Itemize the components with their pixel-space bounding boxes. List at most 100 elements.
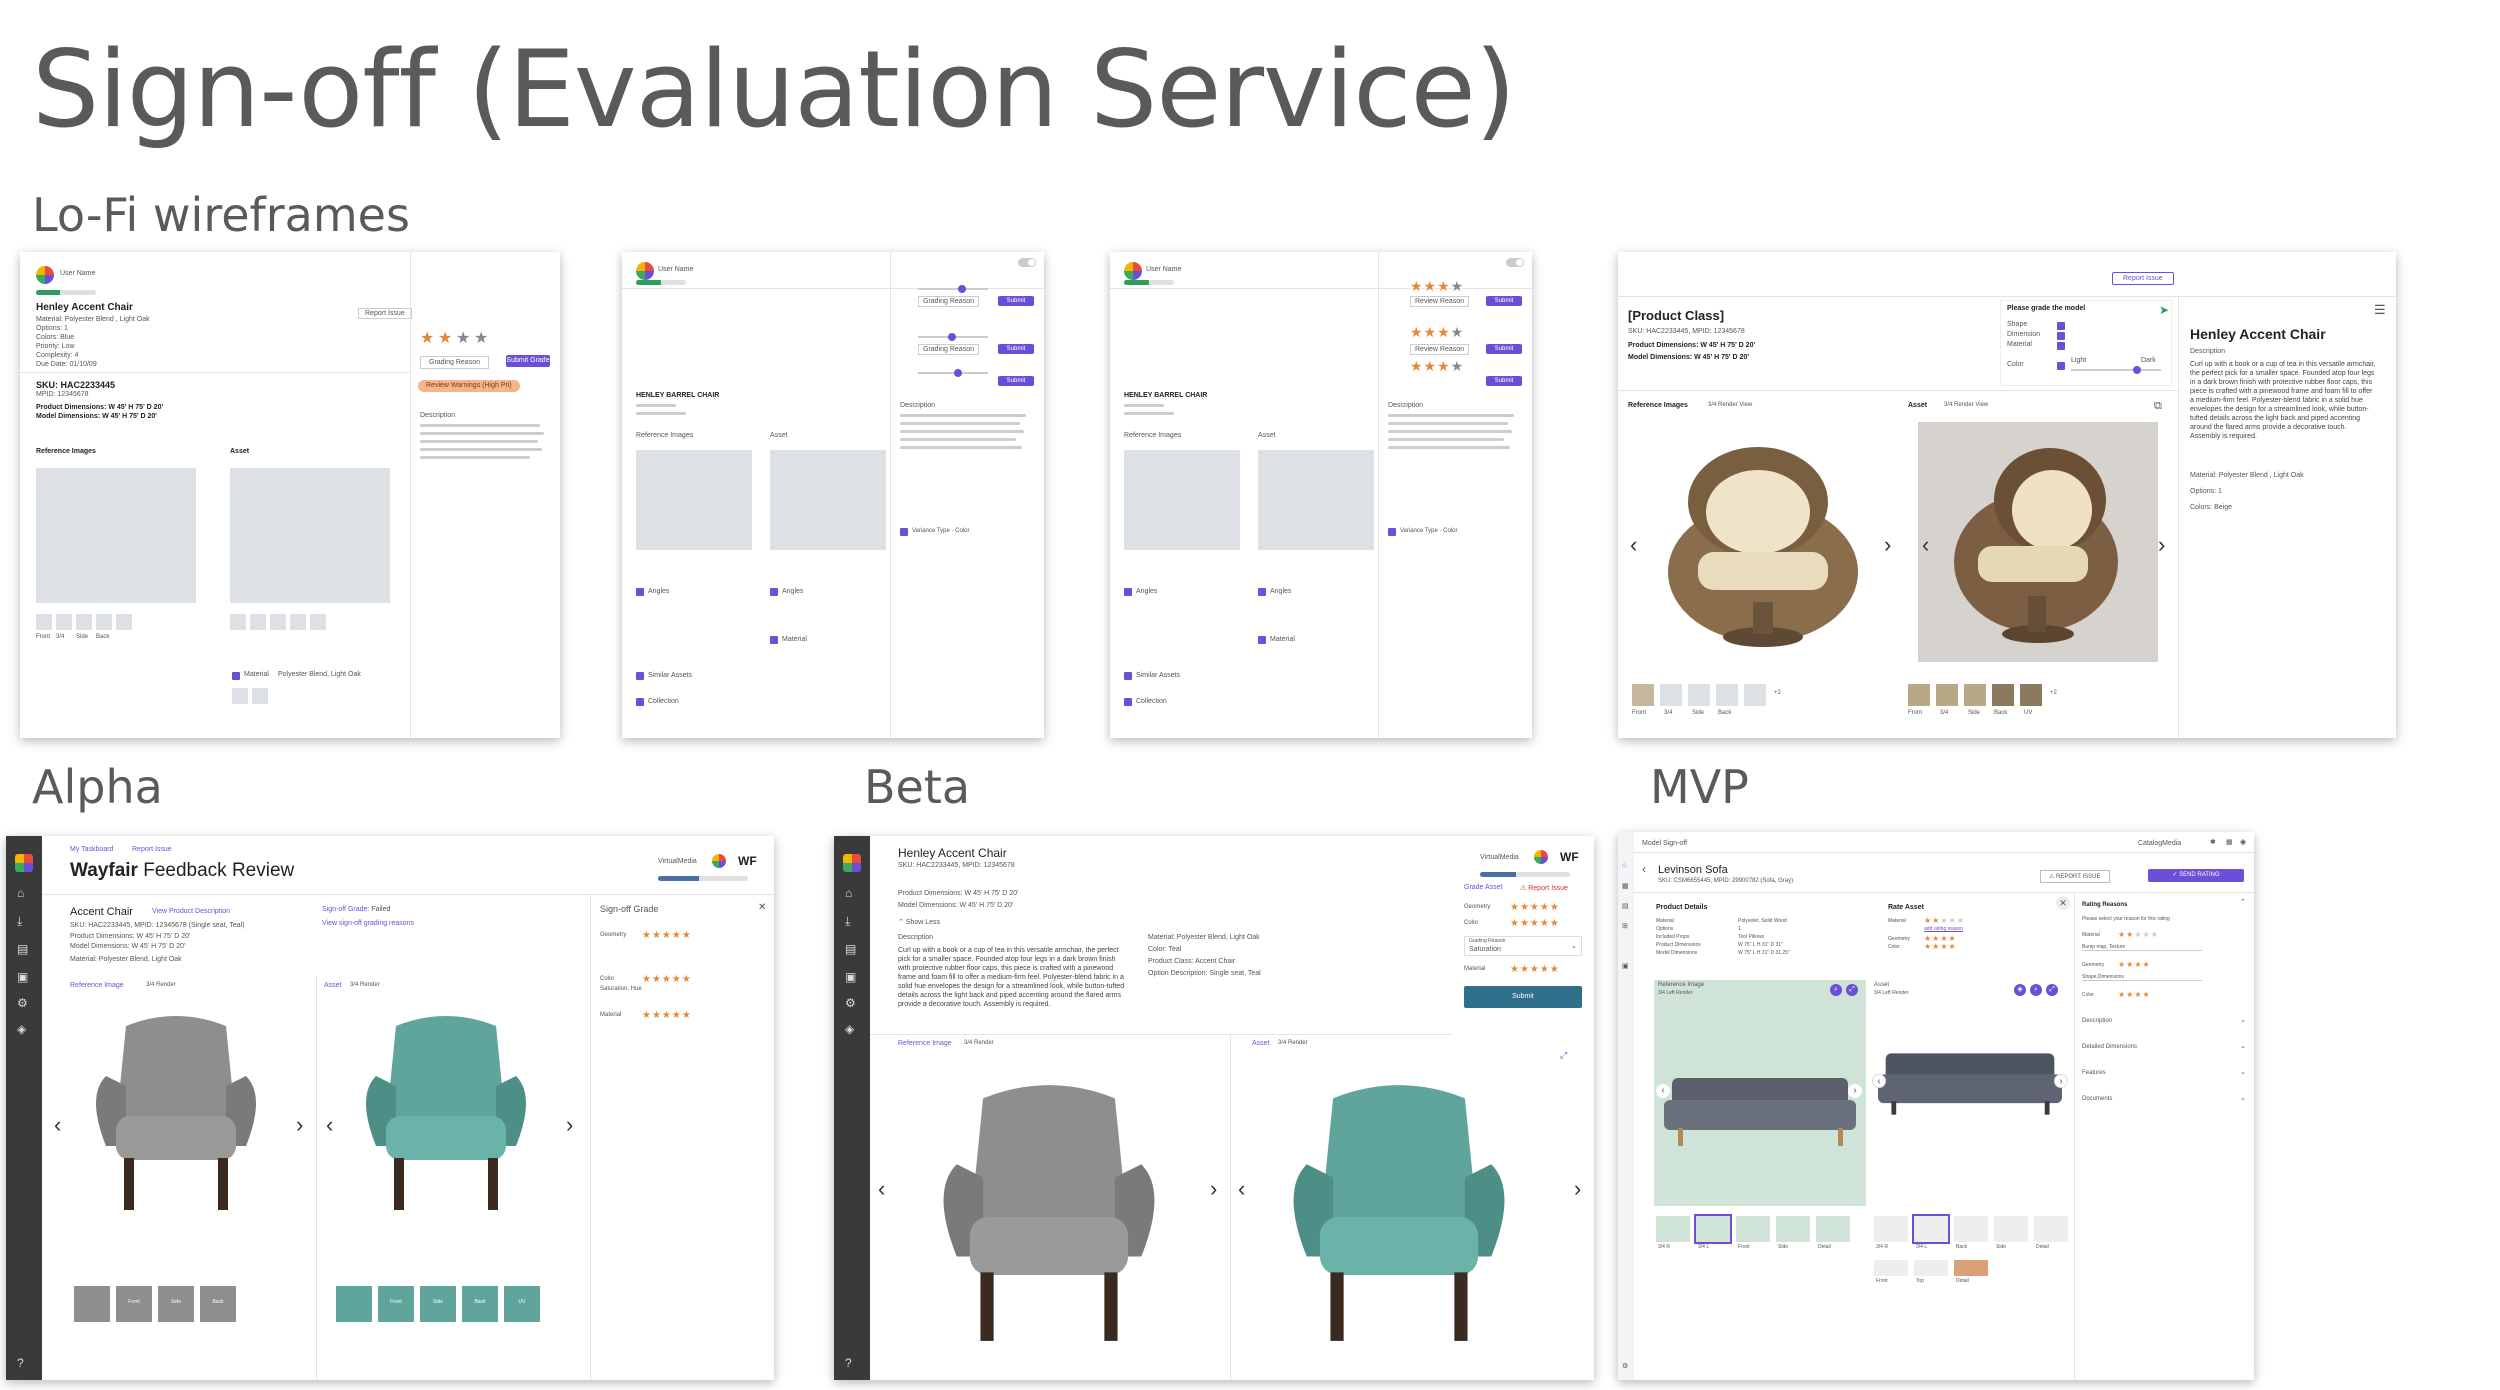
thumbnail[interactable] bbox=[1874, 1216, 1908, 1242]
grading-reason-select[interactable]: Grading Reason Saturation ⌄ bbox=[1464, 936, 1582, 956]
thumbnail[interactable] bbox=[1964, 684, 1986, 706]
settings-icon[interactable]: ⚙ bbox=[17, 996, 31, 1010]
material-stars[interactable]: ★★★★★ bbox=[2118, 930, 2159, 939]
thumbnail[interactable] bbox=[56, 614, 72, 630]
next-image-arrow[interactable]: › bbox=[1210, 1176, 1217, 1202]
thumbnail[interactable]: Back bbox=[462, 1286, 498, 1322]
thumbnail[interactable] bbox=[96, 614, 112, 630]
prev-image-arrow[interactable]: ‹ bbox=[1238, 1176, 1245, 1202]
review-reason-select[interactable]: Review Reason bbox=[1410, 296, 1470, 307]
material-stars[interactable]: ★★★★★ bbox=[1924, 916, 1965, 925]
thumbnail[interactable] bbox=[1736, 1216, 1770, 1242]
rating-stars[interactable]: ★★★★ bbox=[1410, 358, 1464, 375]
report-issue-link[interactable]: ⚠ Report Issue bbox=[1520, 884, 1568, 892]
submit-review-button[interactable]: Submit Review bbox=[998, 344, 1034, 362]
dimension-checkbox[interactable] bbox=[2057, 332, 2065, 340]
thumbnail[interactable] bbox=[1992, 684, 2014, 706]
thumbnail[interactable] bbox=[1744, 684, 1766, 706]
rating-stars[interactable]: ★★★★ bbox=[1410, 324, 1464, 341]
reason-select[interactable]: Bump map, Texture bbox=[2082, 944, 2202, 951]
material-checkbox[interactable] bbox=[2057, 342, 2065, 350]
thumbnail[interactable] bbox=[1660, 684, 1682, 706]
thumbnail[interactable]: Front bbox=[378, 1286, 414, 1322]
thumbnail[interactable] bbox=[1874, 1260, 1908, 1276]
report-issue-button[interactable]: Report Issue bbox=[358, 308, 412, 319]
app-logo-icon[interactable] bbox=[843, 854, 861, 872]
variance-checkbox[interactable] bbox=[900, 528, 908, 536]
star-icon[interactable]: ★ bbox=[474, 328, 488, 348]
expand-icon[interactable]: ⤢ bbox=[1846, 984, 1858, 996]
thumbnail[interactable] bbox=[1994, 1216, 2028, 1242]
geometry-stars[interactable]: ★★★★★ bbox=[1510, 902, 1560, 913]
star-icon[interactable]: ★ bbox=[456, 328, 470, 348]
report-issue-button[interactable]: Report Issue bbox=[2112, 272, 2174, 285]
grid-icon[interactable]: ▦ bbox=[2226, 838, 2233, 846]
thumbnail[interactable] bbox=[1936, 684, 1958, 706]
document-icon[interactable]: ▤ bbox=[1622, 902, 1629, 910]
accordion-documents[interactable]: Documents bbox=[2082, 1096, 2112, 1102]
thumbnail[interactable] bbox=[270, 614, 286, 630]
prev-image-arrow[interactable]: ‹ bbox=[878, 1176, 885, 1202]
thumbnail[interactable] bbox=[1954, 1260, 1988, 1276]
angles-checkbox[interactable] bbox=[1124, 588, 1132, 596]
grade-slider[interactable] bbox=[918, 333, 988, 341]
thumbnail[interactable] bbox=[1694, 1214, 1732, 1244]
thumbnail[interactable] bbox=[1688, 684, 1710, 706]
thumbnail[interactable] bbox=[230, 614, 246, 630]
help-icon[interactable]: ? bbox=[845, 1356, 859, 1370]
chevron-up-icon[interactable]: ⌃ bbox=[2240, 898, 2246, 906]
thumbnail[interactable] bbox=[250, 614, 266, 630]
color-checkbox[interactable] bbox=[2057, 362, 2065, 370]
next-image-arrow[interactable]: › bbox=[566, 1112, 573, 1138]
thumbnail[interactable]: UV bbox=[504, 1286, 540, 1322]
review-reason-select[interactable]: Review Reason bbox=[1410, 344, 1470, 355]
toggle-switch[interactable] bbox=[1018, 258, 1036, 267]
grading-reason-select[interactable]: Grading Reason bbox=[918, 344, 979, 355]
thumbnail[interactable] bbox=[290, 614, 306, 630]
menu-icon[interactable]: ☰ bbox=[2374, 302, 2386, 318]
prev-image-arrow[interactable]: ‹ bbox=[326, 1112, 333, 1138]
reason-select[interactable]: Shape,Dimensions bbox=[2082, 974, 2202, 981]
material-checkbox[interactable] bbox=[232, 672, 240, 680]
chevron-down-icon[interactable]: ⌄ bbox=[2240, 1016, 2246, 1024]
star-icon[interactable]: ★ bbox=[420, 328, 434, 348]
thumbnail[interactable] bbox=[1912, 1214, 1950, 1244]
color-stars[interactable]: ★★★★★ bbox=[642, 974, 692, 985]
grading-reason-select[interactable]: Grading Reason bbox=[420, 356, 489, 369]
thumbnail[interactable] bbox=[1632, 684, 1654, 706]
view-description-link[interactable]: View Product Description bbox=[152, 908, 230, 915]
wf-badge[interactable]: WF bbox=[1560, 850, 1579, 864]
shape-checkbox[interactable] bbox=[2057, 322, 2065, 330]
submit-button[interactable]: Submit bbox=[1464, 986, 1582, 1008]
angles-checkbox[interactable] bbox=[636, 588, 644, 596]
submit-review-button[interactable]: Submit Review bbox=[998, 296, 1034, 314]
submit-review-button[interactable]: Submit Review bbox=[998, 376, 1034, 394]
prev-image-arrow[interactable]: ‹ bbox=[54, 1112, 61, 1138]
geometry-stars[interactable]: ★★★★★ bbox=[642, 930, 692, 941]
material-checkbox[interactable] bbox=[1258, 636, 1266, 644]
show-less-toggle[interactable]: ⌃ Show Less bbox=[898, 918, 940, 926]
signoff-reasons-link[interactable]: View sign-off grading reasons bbox=[322, 920, 414, 927]
home-icon[interactable]: ⌂ bbox=[1622, 862, 1626, 869]
prev-image-arrow[interactable]: ‹ bbox=[1656, 1084, 1670, 1098]
save-icon[interactable]: ▣ bbox=[845, 970, 859, 984]
more-views[interactable]: +2 bbox=[1774, 690, 1781, 696]
thumbnail[interactable] bbox=[74, 1286, 110, 1322]
close-icon[interactable]: ✕ bbox=[758, 902, 766, 913]
next-image-arrow[interactable]: › bbox=[1574, 1176, 1581, 1202]
settings-icon[interactable]: ⚙ bbox=[1622, 1362, 1628, 1370]
app-logo-icon[interactable]: ✱ bbox=[2210, 838, 2216, 846]
angles-checkbox[interactable] bbox=[1258, 588, 1266, 596]
grading-reason-select[interactable]: Grading Reason bbox=[918, 296, 979, 307]
add-rating-reason-link[interactable]: add rating reason bbox=[1924, 926, 1963, 932]
next-image-arrow[interactable]: › bbox=[2158, 532, 2165, 558]
report-issue-link[interactable]: Report Issue bbox=[132, 846, 172, 853]
thumbnail[interactable] bbox=[2020, 684, 2042, 706]
download-icon[interactable]: ⤓ bbox=[17, 914, 31, 928]
thumbnail[interactable] bbox=[1816, 1216, 1850, 1242]
rating-stars[interactable]: ★★★★ bbox=[1410, 278, 1464, 295]
next-image-arrow[interactable]: › bbox=[2054, 1074, 2068, 1088]
color-stars[interactable]: ★★★★ bbox=[1924, 942, 1957, 951]
submit-review-button[interactable]: Submit Review bbox=[1486, 376, 1522, 394]
thumbnail[interactable] bbox=[1776, 1216, 1810, 1242]
